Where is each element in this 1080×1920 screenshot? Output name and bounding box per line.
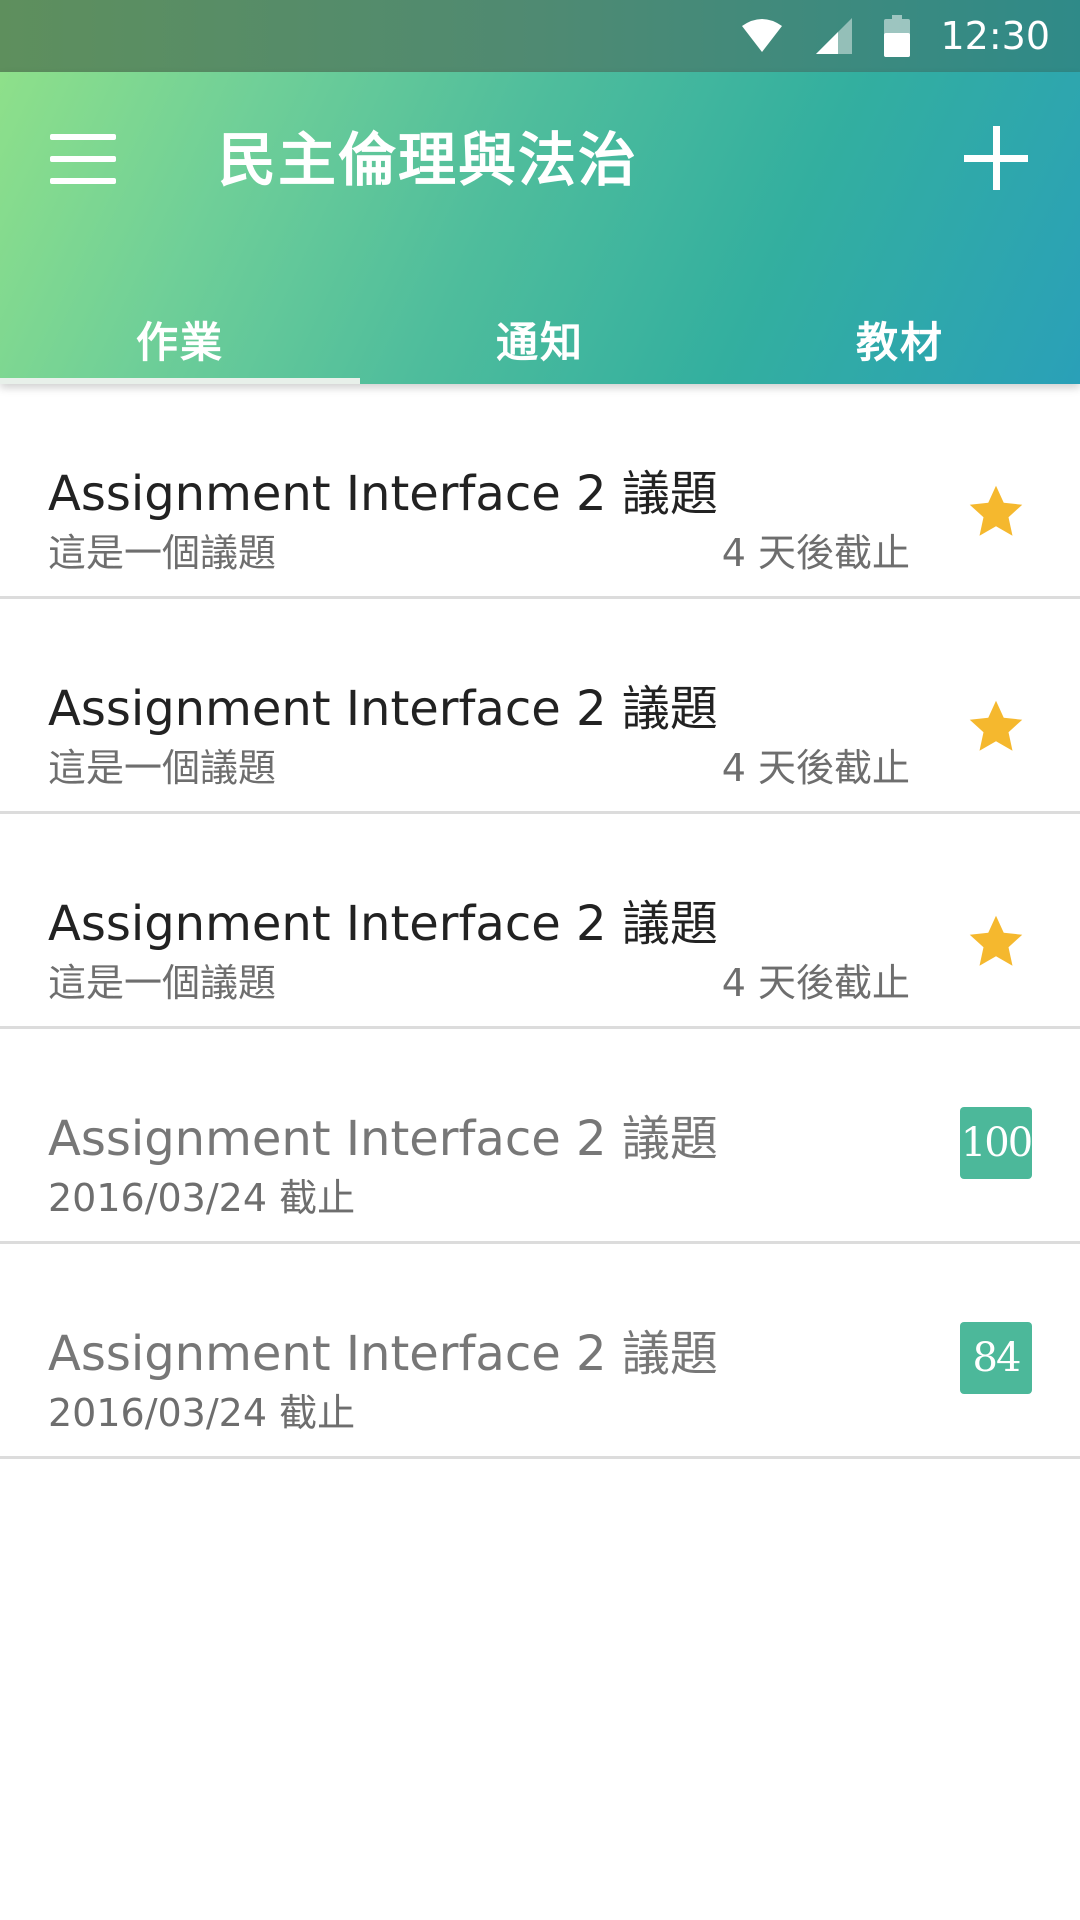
assignment-due: 4 天後截止 xyxy=(721,531,910,575)
tab-assignments[interactable]: 作業 xyxy=(0,302,360,384)
status-time: 12:30 xyxy=(940,14,1050,58)
assignment-subtitle: 2016/03/24 截止 xyxy=(48,1176,356,1220)
score-badge: 100 xyxy=(960,1107,1033,1179)
app-bar: 民主倫理與法治 作業 通知 教材 xyxy=(0,72,1080,384)
assignment-item[interactable]: Assignment Interface 2 議題 這是一個議題 4 天後截止 xyxy=(0,814,1080,1029)
menu-icon[interactable] xyxy=(50,134,116,188)
assignment-title: Assignment Interface 2 議題 xyxy=(48,466,718,522)
tab-notifications[interactable]: 通知 xyxy=(360,302,720,384)
assignment-item[interactable]: Assignment Interface 2 議題 這是一個議題 4 天後截止 xyxy=(0,384,1080,599)
assignment-list: Assignment Interface 2 議題 這是一個議題 4 天後截止 … xyxy=(0,384,1080,1459)
tab-bar: 作業 通知 教材 xyxy=(0,302,1080,384)
wifi-icon xyxy=(742,19,783,52)
star-icon[interactable] xyxy=(966,912,1026,972)
battery-icon xyxy=(884,15,911,57)
assignment-due: 4 天後截止 xyxy=(721,746,910,790)
status-bar: 12:30 xyxy=(0,0,1080,72)
assignment-subtitle: 2016/03/24 截止 xyxy=(48,1391,356,1435)
assignment-subtitle: 這是一個議題 xyxy=(48,961,277,1005)
page-title: 民主倫理與法治 xyxy=(218,126,639,194)
signal-icon xyxy=(816,18,853,54)
status-icons: 12:30 xyxy=(740,0,1050,72)
assignment-item[interactable]: Assignment Interface 2 議題 2016/03/24 截止 … xyxy=(0,1029,1080,1244)
assignment-item[interactable]: Assignment Interface 2 議題 這是一個議題 4 天後截止 xyxy=(0,599,1080,814)
assignment-item[interactable]: Assignment Interface 2 議題 2016/03/24 截止 … xyxy=(0,1244,1080,1459)
assignment-title: Assignment Interface 2 議題 xyxy=(48,896,718,952)
add-icon[interactable] xyxy=(964,126,1028,190)
assignment-due: 4 天後截止 xyxy=(721,961,910,1005)
tab-materials[interactable]: 教材 xyxy=(720,302,1080,384)
star-icon[interactable] xyxy=(966,697,1026,757)
assignment-subtitle: 這是一個議題 xyxy=(48,746,277,790)
assignment-title: Assignment Interface 2 議題 xyxy=(48,1326,718,1382)
assignment-subtitle: 這是一個議題 xyxy=(48,531,277,575)
assignment-title: Assignment Interface 2 議題 xyxy=(48,1111,718,1167)
assignment-title: Assignment Interface 2 議題 xyxy=(48,681,718,737)
star-icon[interactable] xyxy=(966,482,1026,542)
score-badge: 84 xyxy=(960,1322,1032,1394)
